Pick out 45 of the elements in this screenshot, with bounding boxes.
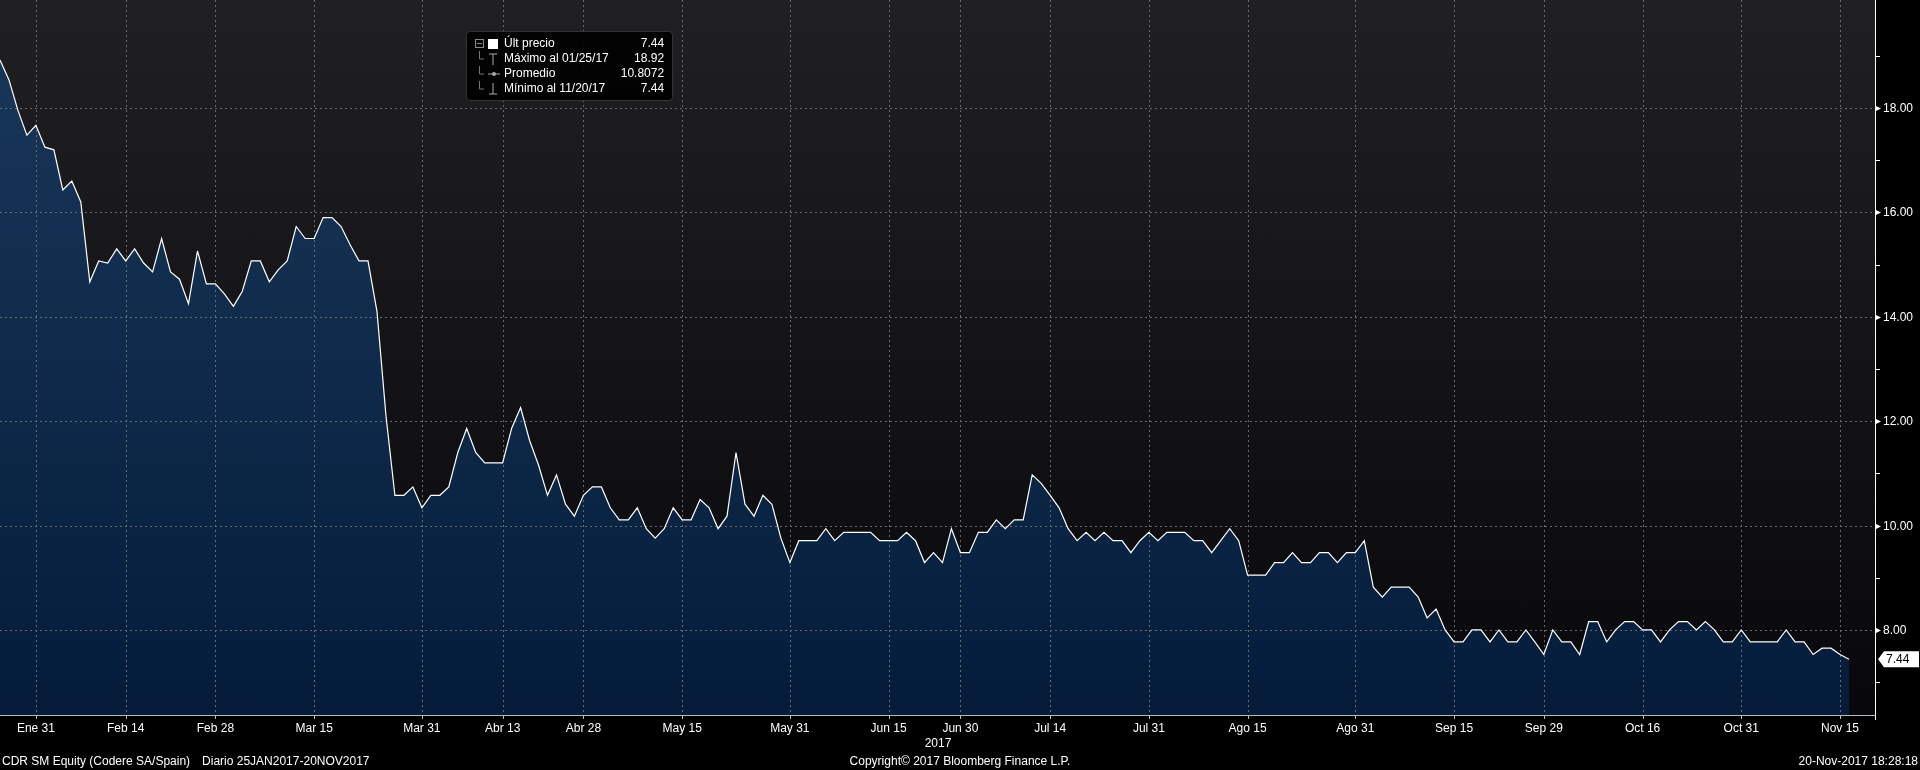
min-marker-icon: [488, 82, 498, 95]
axis-label: Ago 31: [1336, 721, 1375, 735]
axis-label: 12.00: [1883, 414, 1914, 429]
axis-label: 18.00: [1883, 101, 1914, 116]
axis-label: 16.00: [1883, 205, 1914, 220]
axis-label: Abr 13: [484, 721, 521, 735]
average-marker-icon: [488, 69, 500, 78]
axis-label: Mar 15: [295, 721, 333, 735]
axis-label: Mar 31: [403, 721, 441, 735]
axis-label: Sep 29: [1524, 721, 1563, 735]
axis-label: Feb 28: [196, 721, 235, 735]
legend-label: Mínimo al 11/20/17: [504, 81, 607, 96]
axis-label: Sep 15: [1435, 721, 1474, 735]
axis-label: May 31: [770, 721, 810, 735]
axis-label: 10.00: [1883, 518, 1914, 533]
axis-label: Jun 30: [942, 721, 979, 735]
legend-value: 7.44: [639, 36, 665, 51]
legend-value: 10.8072: [620, 66, 665, 81]
legend-label: Promedio: [504, 66, 557, 81]
axis-label: 8.00: [1883, 622, 1907, 637]
legend-label: Últ precio: [504, 36, 556, 51]
axis-label: Jul 31: [1132, 721, 1165, 735]
legend-value: 7.44: [639, 81, 665, 96]
axis-label: Abr 28: [565, 721, 602, 735]
period-label: Diario 25JAN2017-20NOV2017: [202, 753, 370, 770]
axis-label: Oct 31: [1723, 721, 1759, 735]
axis-label: Jul 14: [1034, 721, 1067, 735]
year-label: 2017: [924, 736, 952, 750]
max-marker-icon: [488, 52, 498, 65]
security-name: CDR SM Equity (Codere SA/Spain): [2, 753, 191, 770]
axis-label: Ene 31: [16, 721, 55, 735]
legend-label: Máximo al 01/25/17: [504, 51, 610, 66]
timestamp: 20-Nov-2017 18:28:18: [1798, 753, 1918, 770]
axis-label: 14.00: [1883, 309, 1914, 324]
axis-label: May 15: [662, 721, 702, 735]
copyright-text: Copyright© 2017 Bloomberg Finance L.P.: [849, 753, 1071, 770]
last-price-tag: 7.44: [1878, 651, 1919, 668]
collapse-icon[interactable]: [475, 39, 484, 48]
axis-label: Oct 16: [1624, 721, 1661, 735]
legend-value: 18.92: [633, 51, 665, 66]
axis-label: Feb 14: [107, 721, 145, 735]
axis-label: Jun 15: [870, 721, 907, 735]
square-icon: [488, 38, 498, 49]
axis-label: Ago 15: [1228, 721, 1267, 735]
axis-label: Nov 15: [1821, 721, 1860, 735]
